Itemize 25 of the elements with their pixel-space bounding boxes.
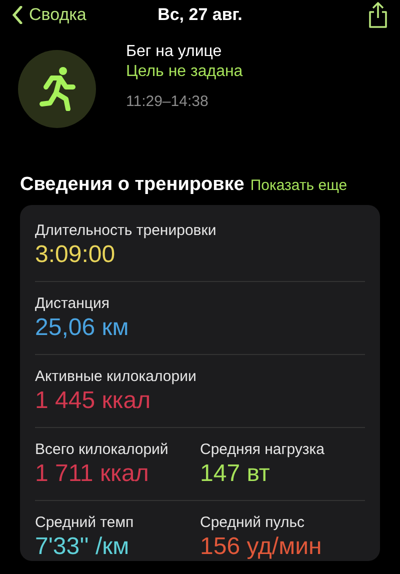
metric-label: Длительность тренировки — [35, 222, 216, 238]
workout-name: Бег на улице — [126, 43, 223, 61]
metric-value: 147 вт — [200, 460, 270, 488]
metric-value: 3:09:00 — [35, 240, 116, 268]
metric-value: 1 711 ккал — [35, 460, 149, 488]
metric-label: Всего килокалорий — [35, 440, 168, 458]
share-button[interactable] — [368, 2, 388, 28]
show-more-link[interactable]: Показать еще — [250, 177, 348, 194]
goal-text: Цель не задана — [126, 63, 243, 81]
metric-label: Средняя нагрузка — [200, 440, 325, 458]
metric-label: Средний пульс — [200, 514, 305, 530]
metric-value: 7'33'' /км — [35, 532, 130, 560]
metric-label: Активные килокалории — [35, 368, 196, 384]
metric-value: 156 уд/мин — [200, 532, 322, 560]
metric-value: 25,06 км — [35, 314, 129, 342]
metric-label: Дистанция — [35, 294, 110, 312]
runner-icon — [38, 67, 76, 111]
chevron-left-icon — [12, 6, 23, 24]
section-title: Сведения о тренировке — [20, 174, 244, 196]
metric-label: Средний темп — [35, 514, 134, 530]
share-icon — [368, 2, 388, 28]
back-button[interactable]: Сводка — [12, 5, 86, 25]
date-title: Вс, 27 авг. — [158, 5, 242, 24]
metric-value: 1 445 ккал — [35, 386, 151, 414]
time-range: 11:29–14:38 — [126, 93, 210, 110]
